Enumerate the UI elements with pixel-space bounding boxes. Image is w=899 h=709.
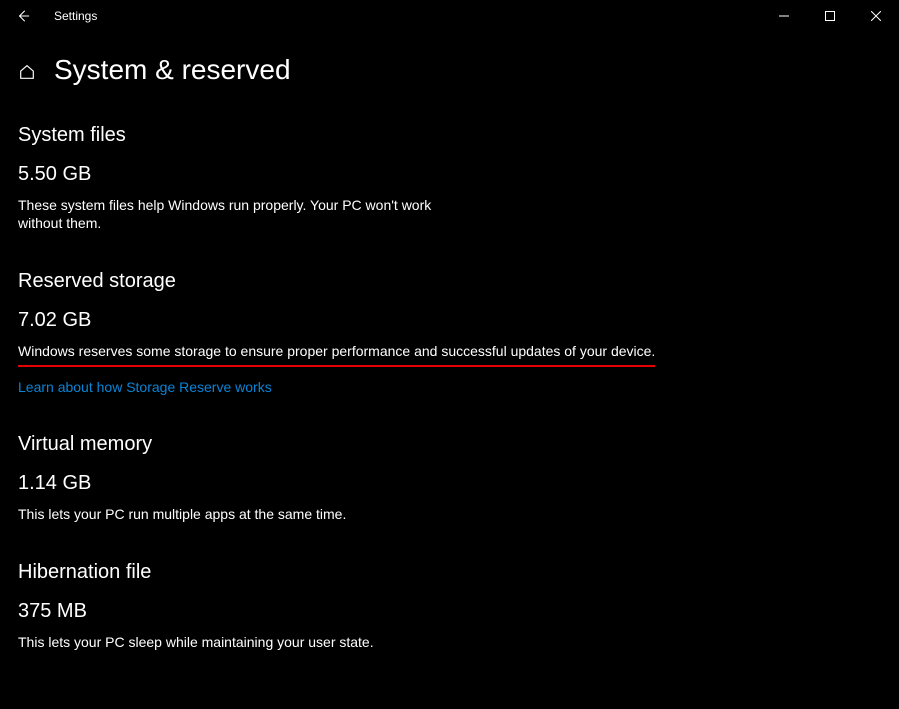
close-button[interactable] — [853, 0, 899, 32]
maximize-icon — [825, 11, 835, 21]
window-controls — [761, 0, 899, 32]
virtual-memory-size: 1.14 GB — [18, 472, 680, 495]
back-arrow-icon — [16, 9, 30, 23]
virtual-memory-heading: Virtual memory — [18, 433, 680, 456]
system-files-heading: System files — [18, 124, 680, 147]
reserved-storage-heading: Reserved storage — [18, 270, 680, 293]
hibernation-file-section: Hibernation file 375 MB This lets your P… — [18, 561, 680, 651]
window-title: Settings — [54, 9, 97, 23]
system-files-size: 5.50 GB — [18, 163, 680, 186]
storage-reserve-learn-link[interactable]: Learn about how Storage Reserve works — [18, 379, 680, 395]
hibernation-file-size: 375 MB — [18, 600, 680, 623]
minimize-button[interactable] — [761, 0, 807, 32]
home-icon[interactable] — [18, 63, 36, 81]
title-bar: Settings — [0, 0, 899, 32]
reserved-storage-section: Reserved storage 7.02 GB Windows reserve… — [18, 270, 680, 394]
virtual-memory-description: This lets your PC run multiple apps at t… — [18, 505, 438, 523]
page-header: System & reserved — [0, 32, 899, 86]
system-files-description: These system files help Windows run prop… — [18, 196, 438, 232]
system-files-section: System files 5.50 GB These system files … — [18, 124, 680, 232]
maximize-button[interactable] — [807, 0, 853, 32]
close-icon — [871, 11, 881, 21]
reserved-storage-size: 7.02 GB — [18, 309, 680, 332]
hibernation-file-description: This lets your PC sleep while maintainin… — [18, 633, 438, 651]
page-title: System & reserved — [54, 54, 291, 86]
back-button[interactable] — [0, 0, 46, 32]
content-area: System files 5.50 GB These system files … — [0, 86, 680, 651]
minimize-icon — [779, 11, 789, 21]
virtual-memory-section: Virtual memory 1.14 GB This lets your PC… — [18, 433, 680, 523]
reserved-storage-description: Windows reserves some storage to ensure … — [18, 342, 655, 366]
hibernation-file-heading: Hibernation file — [18, 561, 680, 584]
